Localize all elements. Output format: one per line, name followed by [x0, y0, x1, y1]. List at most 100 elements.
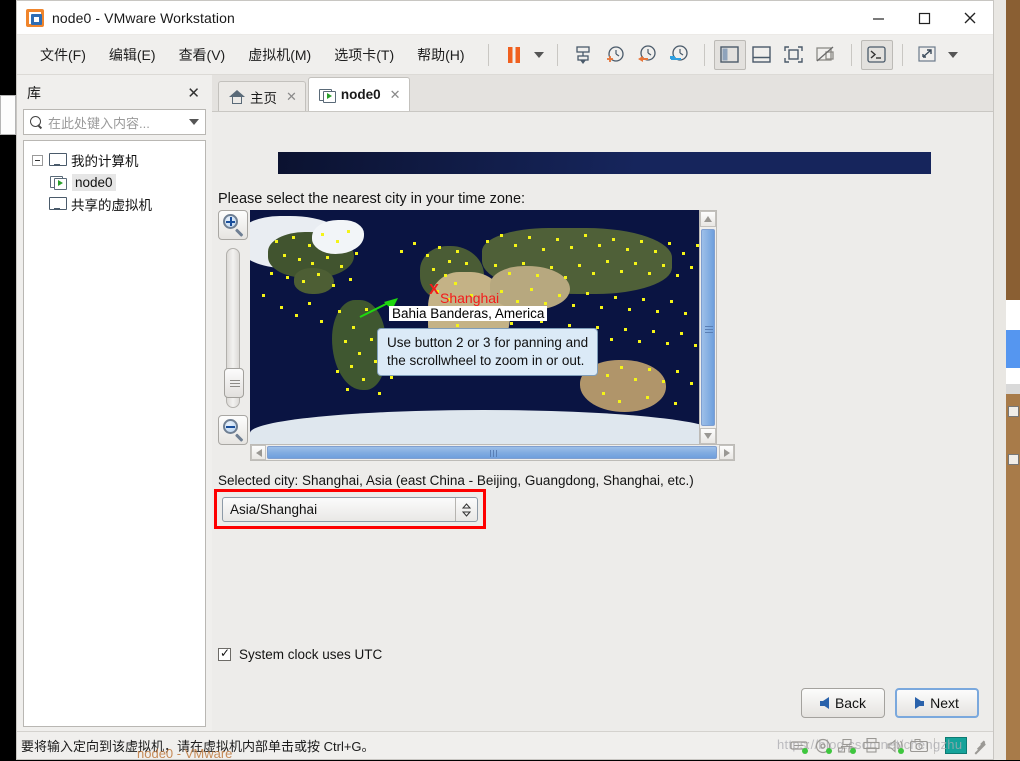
map-vertical-scrollbar[interactable] — [699, 210, 717, 445]
map-zoom-out-button[interactable] — [218, 415, 248, 445]
next-button[interactable]: Next — [895, 688, 979, 718]
map-horizontal-scrollbar-thumb[interactable] — [267, 446, 717, 459]
tab-node0[interactable]: node0 ✕ — [307, 77, 410, 111]
chevron-down-icon[interactable] — [188, 119, 200, 125]
unity-mode-button[interactable] — [810, 40, 842, 70]
search-input[interactable]: 在此处键入内容... — [23, 109, 206, 135]
library-tree: 我的计算机 node0 共享的虚拟机 — [23, 140, 206, 727]
selected-city-text: Selected city: Shanghai, Asia (east Chin… — [218, 473, 694, 488]
world-map[interactable]: X Shanghai Bahia Banderas, America Use b… — [250, 210, 717, 445]
tree-item-label: 共享的虚拟机 — [71, 198, 152, 213]
snapshot-settings-button[interactable] — [663, 40, 695, 70]
cd-dvd-icon[interactable] — [812, 737, 834, 755]
map-zoom-slider-thumb[interactable] — [224, 368, 244, 398]
maximize-button[interactable] — [901, 1, 947, 35]
network-adapter-icon[interactable] — [836, 737, 858, 755]
menu-edit[interactable]: 编辑(E) — [100, 41, 165, 69]
stretch-button[interactable] — [912, 40, 944, 70]
background-left-strip — [0, 0, 16, 760]
show-thumbnail-bar-button[interactable] — [746, 40, 778, 70]
content-column: 主页 ✕ node0 ✕ Please select the nearest c… — [212, 75, 993, 731]
timezone-select[interactable]: Asia/Shanghai — [222, 497, 478, 522]
toolbar-separator — [703, 43, 705, 66]
background-window-right-4[interactable] — [1006, 368, 1020, 384]
tab-close-icon[interactable]: ✕ — [390, 87, 401, 103]
watermark-bottom-text: node0 - VMware — [137, 746, 233, 761]
tab-close-icon[interactable]: ✕ — [286, 89, 297, 105]
search-placeholder: 在此处键入内容... — [48, 115, 150, 131]
menu-file[interactable]: 文件(F) — [31, 41, 95, 69]
arrow-left-icon — [819, 697, 829, 709]
background-window-left[interactable] — [0, 95, 16, 135]
background-window-right-5[interactable] — [1006, 384, 1020, 394]
chevron-down-icon — [947, 51, 958, 58]
home-icon — [229, 89, 245, 104]
background-window-right-6[interactable] — [1006, 394, 1020, 760]
printer-icon[interactable] — [860, 737, 882, 755]
map-zoom-in-button[interactable] — [218, 210, 248, 240]
hover-city-tooltip: Bahia Banderas, America — [389, 306, 548, 321]
utc-checkbox-row[interactable]: System clock uses UTC — [218, 646, 382, 662]
close-icon[interactable]: ✕ — [183, 84, 204, 102]
toolbar-separator — [901, 43, 903, 66]
show-library-button[interactable] — [713, 39, 746, 70]
timezone-map-widget: X Shanghai Bahia Banderas, America Use b… — [218, 210, 735, 461]
vm-guest-screen[interactable]: Please select the nearest city in your t… — [212, 111, 993, 731]
scroll-up-button[interactable] — [700, 211, 716, 227]
utc-checkbox[interactable] — [218, 646, 231, 661]
window-title: node0 - VMware Workstation — [52, 9, 235, 26]
hard-disk-icon[interactable] — [788, 737, 810, 755]
landmass-greenland — [312, 220, 364, 254]
menu-view[interactable]: 查看(V) — [170, 41, 235, 69]
camera-icon[interactable] — [908, 737, 930, 755]
take-snapshot-button[interactable] — [599, 40, 631, 70]
menu-tabs[interactable]: 选项卡(T) — [325, 41, 403, 69]
next-button-label: Next — [930, 695, 959, 711]
revert-snapshot-button[interactable] — [631, 40, 663, 70]
background-window-right-1[interactable] — [1006, 0, 1020, 300]
background-desktop-icon[interactable] — [1008, 406, 1019, 417]
vm-icon — [50, 175, 67, 190]
search-icon — [29, 115, 44, 130]
stretch-dropdown-button[interactable] — [944, 40, 962, 70]
map-horizontal-scrollbar[interactable] — [250, 444, 735, 461]
fullscreen-button[interactable] — [778, 40, 810, 70]
pause-vm-button[interactable] — [498, 40, 530, 70]
back-button[interactable]: Back — [801, 688, 885, 718]
scroll-left-button[interactable] — [251, 445, 266, 460]
tree-item-label: node0 — [72, 173, 116, 191]
landmass-antarctica — [250, 410, 717, 445]
map-vertical-scrollbar-thumb[interactable] — [701, 229, 715, 426]
map-zoom-slider[interactable] — [224, 248, 244, 408]
close-button[interactable] — [947, 1, 993, 35]
resize-grip[interactable] — [973, 739, 987, 754]
tree-item-node0[interactable]: node0 — [28, 171, 201, 193]
background-window-right-3[interactable] — [1006, 330, 1020, 368]
background-window-right-2[interactable] — [1006, 300, 1020, 330]
power-dropdown-button[interactable] — [530, 40, 548, 70]
tree-item-shared-vms[interactable]: 共享的虚拟机 — [28, 193, 201, 215]
scroll-right-button[interactable] — [719, 445, 734, 460]
timezone-prompt: Please select the nearest city in your t… — [218, 191, 526, 207]
toolbar-separator — [850, 43, 852, 66]
background-right-strip — [994, 0, 1020, 760]
landmass-central-america — [294, 268, 334, 294]
tree-item-label: 我的计算机 — [71, 154, 139, 169]
spinner-arrows-icon[interactable] — [455, 498, 477, 521]
background-desktop-icon[interactable] — [1008, 454, 1019, 465]
tree-item-my-computer[interactable]: 我的计算机 — [28, 149, 201, 171]
vm-icon — [318, 88, 336, 103]
chevron-down-icon — [533, 51, 544, 58]
manage-snapshots-button[interactable] — [567, 40, 599, 70]
minimize-button[interactable] — [855, 1, 901, 35]
sound-card-icon[interactable] — [884, 737, 906, 755]
shared-vm-icon — [49, 197, 67, 211]
collapse-toggle-icon[interactable] — [32, 154, 43, 166]
selected-city-marker-label: Shanghai — [440, 290, 500, 306]
menu-help[interactable]: 帮助(H) — [408, 41, 473, 69]
selected-city-marker: X — [429, 281, 440, 298]
menu-vm[interactable]: 虚拟机(M) — [239, 41, 320, 69]
scroll-down-button[interactable] — [700, 428, 716, 444]
tab-home[interactable]: 主页 ✕ — [218, 81, 306, 111]
console-button[interactable] — [860, 39, 893, 70]
